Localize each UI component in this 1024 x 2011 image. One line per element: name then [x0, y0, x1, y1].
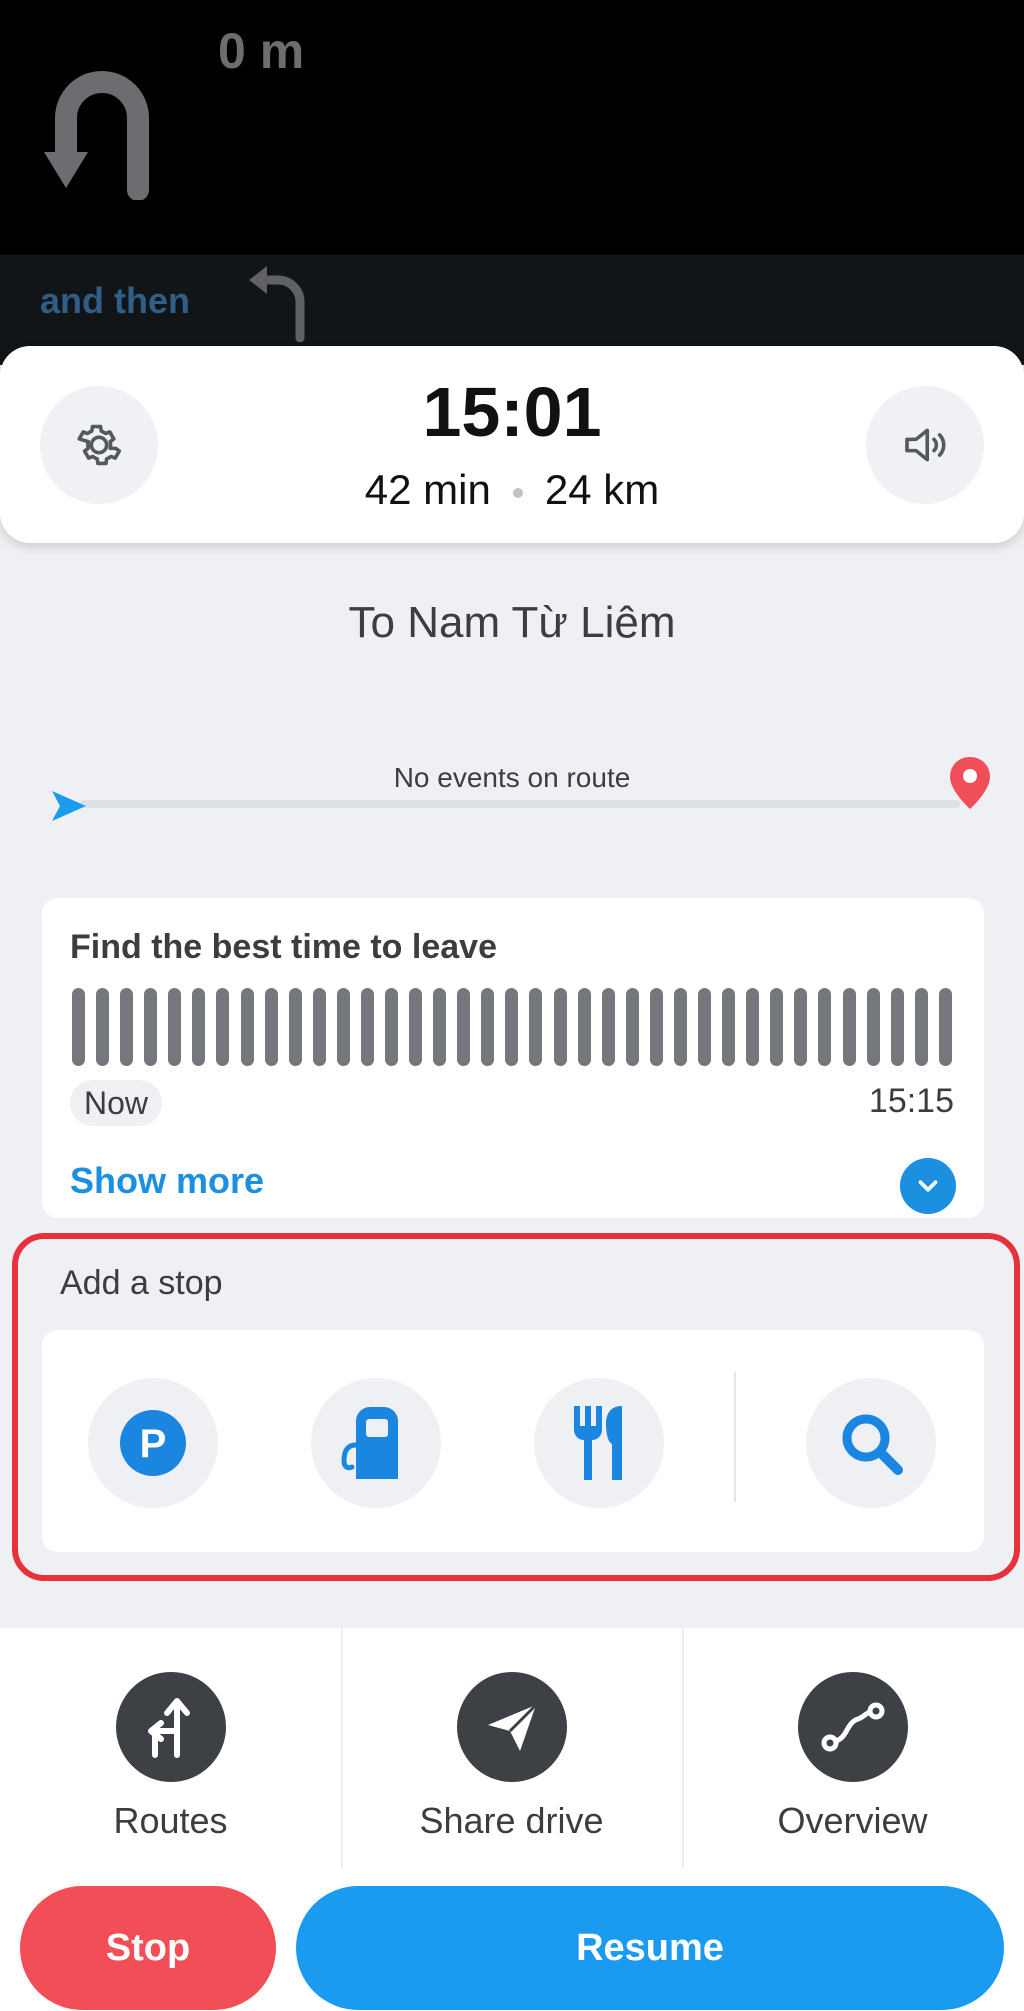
- time-bar[interactable]: [577, 988, 591, 1066]
- time-bar[interactable]: [312, 988, 326, 1066]
- time-bar[interactable]: [842, 988, 856, 1066]
- routes-icon: [148, 1698, 190, 1758]
- time-bar[interactable]: [722, 988, 736, 1066]
- time-bar[interactable]: [770, 988, 784, 1066]
- time-bar[interactable]: [698, 988, 712, 1066]
- time-bar[interactable]: [216, 988, 230, 1066]
- destination-pin-icon: [950, 757, 990, 809]
- and-then-label: and then: [40, 280, 190, 321]
- turn-distance: 0 m: [218, 23, 305, 79]
- time-bar[interactable]: [673, 988, 687, 1066]
- add-stop-parking-button[interactable]: P: [88, 1378, 218, 1508]
- overview-label: Overview: [777, 1800, 928, 1841]
- time-bar[interactable]: [794, 988, 808, 1066]
- search-icon: [842, 1414, 903, 1475]
- end-time-label: 15:15: [868, 1082, 954, 1120]
- time-bar[interactable]: [264, 988, 278, 1066]
- time-bar[interactable]: [914, 988, 928, 1066]
- time-bar[interactable]: [938, 988, 952, 1066]
- resume-button[interactable]: Resume: [296, 1886, 1004, 2010]
- time-bar[interactable]: [625, 988, 639, 1066]
- time-bar[interactable]: [481, 988, 495, 1066]
- turn-left-icon: [249, 266, 305, 342]
- time-bar[interactable]: [192, 988, 206, 1066]
- arrival-time: 15:01: [422, 373, 602, 451]
- time-bar[interactable]: [72, 988, 85, 1066]
- time-bar[interactable]: [553, 988, 567, 1066]
- destination-label: To Nam Từ Liêm: [348, 598, 676, 647]
- route-events-label: No events on route: [393, 762, 631, 793]
- trip-duration: 42 min: [364, 466, 491, 513]
- add-stop-title: Add a stop: [60, 1264, 223, 1302]
- time-bar[interactable]: [288, 988, 302, 1066]
- restaurant-icon: [574, 1406, 622, 1480]
- time-bar[interactable]: [746, 988, 760, 1066]
- time-bar[interactable]: [601, 988, 615, 1066]
- time-bar[interactable]: [336, 988, 350, 1066]
- time-bar[interactable]: [529, 988, 543, 1066]
- time-bar[interactable]: [649, 988, 663, 1066]
- time-bar[interactable]: [144, 988, 158, 1066]
- time-bar[interactable]: [96, 988, 110, 1066]
- current-position-icon: [52, 791, 86, 821]
- add-stop-gas-button[interactable]: [311, 1378, 441, 1508]
- trip-distance: 24 km: [544, 466, 660, 513]
- start-time-label: Now: [70, 1080, 163, 1126]
- time-bar[interactable]: [433, 988, 447, 1066]
- u-turn-icon: [44, 71, 149, 200]
- chevron-down-icon: [918, 1180, 938, 1192]
- overview-icon-button[interactable]: [798, 1672, 908, 1782]
- time-bar[interactable]: [866, 988, 880, 1066]
- separator-dot: [512, 487, 523, 498]
- time-bar[interactable]: [240, 988, 254, 1066]
- time-bar[interactable]: [360, 988, 374, 1066]
- svg-text:P: P: [140, 1422, 167, 1466]
- best-time-title: Find the best time to leave: [70, 928, 497, 966]
- share-drive-label: Share drive: [419, 1800, 604, 1841]
- add-stop-restaurant-button[interactable]: [534, 1378, 664, 1508]
- routes-icon-button[interactable]: [116, 1672, 226, 1782]
- paper-plane-icon: [488, 1703, 538, 1751]
- time-bar[interactable]: [409, 988, 423, 1066]
- departure-time-bars[interactable]: [72, 988, 952, 1066]
- time-bar[interactable]: [890, 988, 904, 1066]
- time-bar[interactable]: [385, 988, 399, 1066]
- time-bar[interactable]: [457, 988, 471, 1066]
- show-more-link[interactable]: Show more: [70, 1160, 264, 1202]
- add-stop-search-button[interactable]: [806, 1378, 936, 1508]
- routes-label: Routes: [113, 1800, 228, 1841]
- route-progress-line: [80, 800, 960, 808]
- parking-icon: P: [120, 1410, 186, 1476]
- time-bar[interactable]: [120, 988, 134, 1066]
- time-bar[interactable]: [168, 988, 182, 1066]
- route-overview-icon: [821, 1702, 885, 1752]
- time-bar[interactable]: [818, 988, 832, 1066]
- stop-button[interactable]: Stop: [20, 1886, 276, 2010]
- share-drive-icon-button[interactable]: [457, 1672, 567, 1782]
- trip-summary: 42 min 24 km: [0, 466, 1024, 514]
- gas-station-icon: [341, 1407, 398, 1479]
- time-bar[interactable]: [505, 988, 519, 1066]
- stop-options-divider: [734, 1372, 736, 1502]
- show-more-button[interactable]: [900, 1158, 956, 1214]
